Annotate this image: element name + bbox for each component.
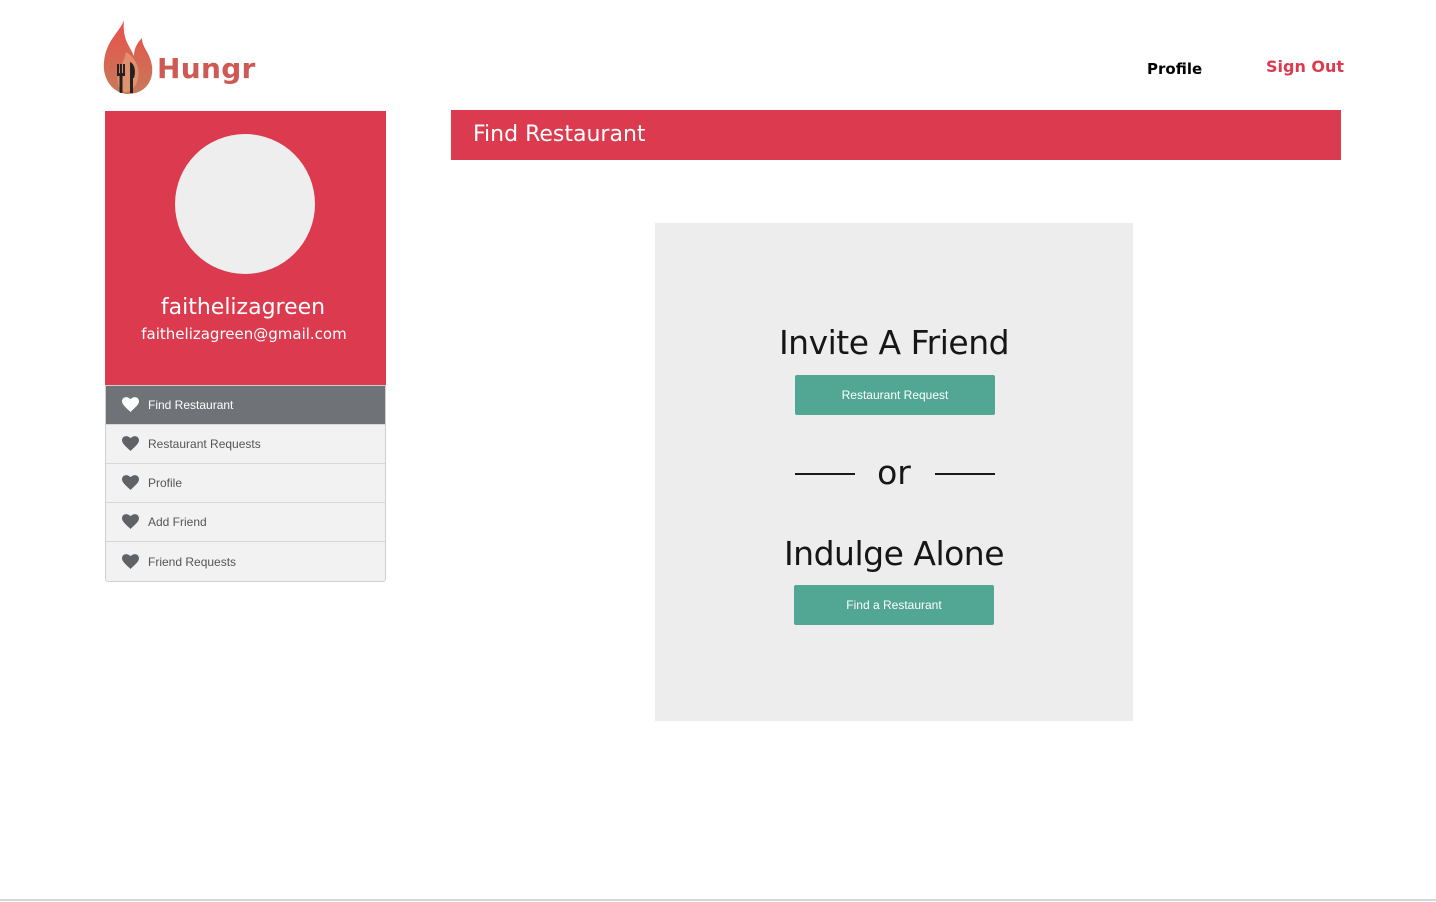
invite-heading: Invite A Friend [778,323,1010,362]
brand-name: Hungr [157,52,256,85]
sidebar-item-label: Add Friend [148,515,207,529]
user-email: faithelizagreen@gmail.com [141,325,347,343]
sidebar-item-friend-requests[interactable]: Friend Requests [106,542,385,581]
sidebar-item-label: Restaurant Requests [148,437,261,451]
profile-card: faithelizagreen faithelizagreen@gmail.co… [105,111,386,385]
heart-icon [122,436,140,452]
or-text: or [877,453,911,492]
sidebar-item-add-friend[interactable]: Add Friend [106,503,385,542]
flame-fork-knife-icon [103,20,153,94]
find-restaurant-button[interactable]: Find a Restaurant [794,585,994,625]
choice-panel: Invite A Friend Restaurant Request or In… [655,223,1133,721]
alone-heading: Indulge Alone [783,534,1005,573]
divider-line [935,473,995,475]
heart-icon [122,397,140,413]
heart-icon [122,553,140,570]
heart-icon [122,514,140,530]
hungr-logo[interactable]: Hungr [100,14,260,96]
sign-out-link[interactable]: Sign Out [1266,57,1344,76]
page-header-bar: Find Restaurant [451,110,1341,160]
or-divider: or [655,453,1133,494]
sidebar-item-restaurant-requests[interactable]: Restaurant Requests [106,425,385,464]
sidebar-item-profile[interactable]: Profile [106,464,385,503]
sidebar-item-label: Friend Requests [148,554,237,569]
sidebar-item-label: Profile [148,476,183,490]
avatar[interactable] [175,134,315,274]
restaurant-request-button[interactable]: Restaurant Request [795,375,995,415]
sidebar-item-label: Find Restaurant [148,398,234,412]
sidebar-menu: Find Restaurant Restaurant Requests Prof… [105,385,386,582]
heart-icon [122,475,140,491]
nav-profile-link[interactable]: Profile [1147,60,1202,78]
footer-divider [0,899,1436,901]
username: faithelizagreen [160,295,326,320]
sidebar-item-find-restaurant[interactable]: Find Restaurant [106,386,385,425]
page-title: Find Restaurant [473,122,646,147]
